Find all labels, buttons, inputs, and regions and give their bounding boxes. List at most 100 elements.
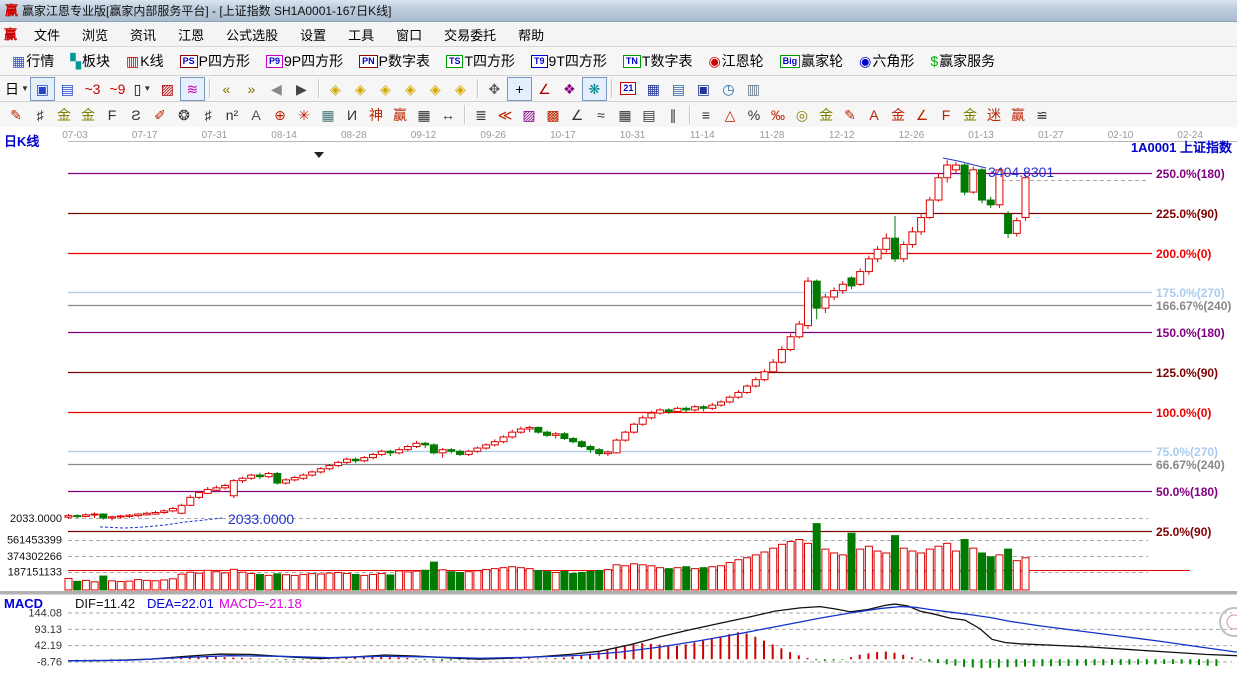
zoom-right-button[interactable]: ◈ bbox=[348, 77, 373, 101]
info-list-button[interactable]: ▤ bbox=[55, 77, 80, 101]
period-day-button-dropdown-icon[interactable]: ▼ bbox=[21, 84, 29, 93]
n-square-tool[interactable]: n² bbox=[220, 103, 244, 126]
star-point-tool[interactable]: ✳ bbox=[292, 103, 316, 126]
parallel-lines-tool[interactable]: ∥ bbox=[661, 103, 685, 126]
arc-lines-tool[interactable]: ≌ bbox=[1030, 103, 1054, 126]
chart-area[interactable]: 07-0307-1707-3108-1408-2809-1209-2610-17… bbox=[0, 127, 1237, 673]
volume-distribution-button[interactable]: ≋ bbox=[180, 77, 205, 101]
pole-line-tool[interactable]: ≣ bbox=[469, 103, 493, 126]
number-grid-tool[interactable]: ▦ bbox=[412, 103, 436, 126]
circle-cross-tool[interactable]: ⊕ bbox=[268, 103, 292, 126]
f-level-tool[interactable]: F bbox=[934, 103, 958, 126]
box-fan-2-tool[interactable]: ▩ bbox=[541, 103, 565, 126]
zoom-in-button[interactable]: ◈ bbox=[423, 77, 448, 101]
gold-ratio-ext-tool[interactable]: 金 bbox=[76, 103, 100, 126]
title-bar[interactable]: 赢 赢家江恩专业版[赢家内部服务平台] - [上证指数 SH1A0001-167… bbox=[0, 0, 1237, 22]
zoom-horizontal-button[interactable]: ◈ bbox=[373, 77, 398, 101]
menu-item-5[interactable]: 设置 bbox=[289, 23, 337, 46]
notes-button[interactable]: ▤ bbox=[666, 77, 691, 101]
world-time-button[interactable]: ◷ bbox=[716, 77, 741, 101]
print-button[interactable]: ▥ bbox=[741, 77, 766, 101]
fan-lines-tool[interactable]: ≪ bbox=[493, 103, 517, 126]
crosshair-button[interactable]: + bbox=[507, 77, 532, 101]
pan-hand-button[interactable]: ✥ bbox=[482, 77, 507, 101]
9p-square-button[interactable]: P99P四方形 bbox=[258, 49, 351, 73]
menu-item-1[interactable]: 浏览 bbox=[71, 23, 119, 46]
a-percent-tool[interactable]: A bbox=[862, 103, 886, 126]
calendar-button[interactable]: 21 bbox=[616, 77, 641, 101]
region-select-button[interactable]: ❖ bbox=[557, 77, 582, 101]
p-square-button[interactable]: PSP四方形 bbox=[172, 49, 258, 73]
gold-level-tool[interactable]: 金 bbox=[814, 103, 838, 126]
quotes-button[interactable]: ▦行情 bbox=[4, 49, 62, 73]
gann-circle-tool[interactable]: ❂ bbox=[172, 103, 196, 126]
box-fan-tool[interactable]: ▨ bbox=[517, 103, 541, 126]
grid-100-tool[interactable]: ▤ bbox=[637, 103, 661, 126]
grid-50-tool[interactable]: ▦ bbox=[613, 103, 637, 126]
marker-pen-tool[interactable]: ✐ bbox=[148, 103, 172, 126]
god-number-tool[interactable]: 神 bbox=[364, 103, 388, 126]
menu-item-6[interactable]: 工具 bbox=[337, 23, 385, 46]
percent-level-tool[interactable]: ‰ bbox=[766, 103, 790, 126]
menu-item-3[interactable]: 江恩 bbox=[167, 23, 215, 46]
menu-item-8[interactable]: 交易委托 bbox=[433, 23, 507, 46]
spiral-tool[interactable]: Ƨ bbox=[124, 103, 148, 126]
time-cycle-tool[interactable]: ♯ bbox=[196, 103, 220, 126]
fibo-f-tool[interactable]: F bbox=[100, 103, 124, 126]
save-button[interactable]: ▣ bbox=[691, 77, 716, 101]
text-label-tool[interactable]: A bbox=[244, 103, 268, 126]
winner-wheel-button[interactable]: Big赢家轮 bbox=[772, 49, 852, 73]
candle-style-button-dropdown-icon[interactable]: ▼ bbox=[143, 84, 151, 93]
star-box-tool[interactable]: ▦ bbox=[316, 103, 340, 126]
hexagon-button[interactable]: ◉六角形 bbox=[851, 49, 922, 73]
smart-analysis-button[interactable]: ❋ bbox=[582, 77, 607, 101]
wave-line-tool[interactable]: ≈ bbox=[589, 103, 613, 126]
9t-square-button[interactable]: T99T四方形 bbox=[523, 49, 615, 73]
l-angle-tool[interactable]: ∠ bbox=[910, 103, 934, 126]
first-page-button[interactable]: « bbox=[214, 77, 239, 101]
prev-page-button[interactable]: ◀ bbox=[264, 77, 289, 101]
angle-measure-button[interactable]: ∠ bbox=[532, 77, 557, 101]
period-day-button[interactable]: 日▼ bbox=[4, 77, 30, 101]
range-measure-tool[interactable]: ↔ bbox=[436, 103, 460, 126]
sectors-button[interactable]: ▚板块 bbox=[62, 49, 118, 73]
t-square-button[interactable]: TST四方形 bbox=[438, 49, 523, 73]
p-number-table-button[interactable]: PNP数字表 bbox=[351, 49, 438, 73]
menu-item-2[interactable]: 资讯 bbox=[119, 23, 167, 46]
zoom-out-button[interactable]: ◈ bbox=[398, 77, 423, 101]
menu-item-0[interactable]: 文件 bbox=[23, 23, 71, 46]
gann-wheel-button[interactable]: ◉江恩轮 bbox=[700, 49, 771, 73]
next-page-button[interactable]: ▶ bbox=[289, 77, 314, 101]
angle-line-tool[interactable]: ∠ bbox=[565, 103, 589, 126]
wave-count-tool[interactable]: И bbox=[340, 103, 364, 126]
kline-chart-svg[interactable]: 07-0307-1707-3108-1408-2809-1209-2610-17… bbox=[0, 127, 1237, 673]
percent-tool[interactable]: % bbox=[742, 103, 766, 126]
zoom-all-button[interactable]: ◈ bbox=[448, 77, 473, 101]
kline-button[interactable]: ▥K线 bbox=[118, 49, 172, 73]
menu-item-9[interactable]: 帮助 bbox=[507, 23, 555, 46]
winner-number-tool[interactable]: 赢 bbox=[388, 103, 412, 126]
pattern-frame-button[interactable]: ▨ bbox=[155, 77, 180, 101]
menu-item-7[interactable]: 窗口 bbox=[385, 23, 433, 46]
wave-3-button[interactable]: ~3 bbox=[80, 77, 105, 101]
zoom-left-button[interactable]: ◈ bbox=[323, 77, 348, 101]
calculator-button[interactable]: ▦ bbox=[641, 77, 666, 101]
price-scale-tool[interactable]: ≡ bbox=[694, 103, 718, 126]
pen-tool[interactable]: ✎ bbox=[4, 103, 28, 126]
menu-item-4[interactable]: 公式选股 bbox=[215, 23, 289, 46]
gann-time-grid-tool[interactable]: ♯ bbox=[28, 103, 52, 126]
wave-9-button[interactable]: ~9 bbox=[105, 77, 130, 101]
gold-line-tool[interactable]: 金 bbox=[886, 103, 910, 126]
brush-tool[interactable]: ✎ bbox=[838, 103, 862, 126]
chart-window-button[interactable]: ▣ bbox=[30, 77, 55, 101]
t-number-table-button[interactable]: TNT数字表 bbox=[615, 49, 701, 73]
gold-channel-tool[interactable]: 金 bbox=[958, 103, 982, 126]
gold-circle-tool[interactable]: ◎ bbox=[790, 103, 814, 126]
candle-style-button[interactable]: ▯▼ bbox=[130, 77, 155, 101]
gold-ratio-tool[interactable]: 金 bbox=[52, 103, 76, 126]
winner-line-tool[interactable]: 赢 bbox=[1006, 103, 1030, 126]
last-page-button[interactable]: » bbox=[239, 77, 264, 101]
speed-fan-tool[interactable]: 迷 bbox=[982, 103, 1006, 126]
winner-service-button[interactable]: $赢家服务 bbox=[922, 49, 1003, 73]
percent-fan-tool[interactable]: △ bbox=[718, 103, 742, 126]
